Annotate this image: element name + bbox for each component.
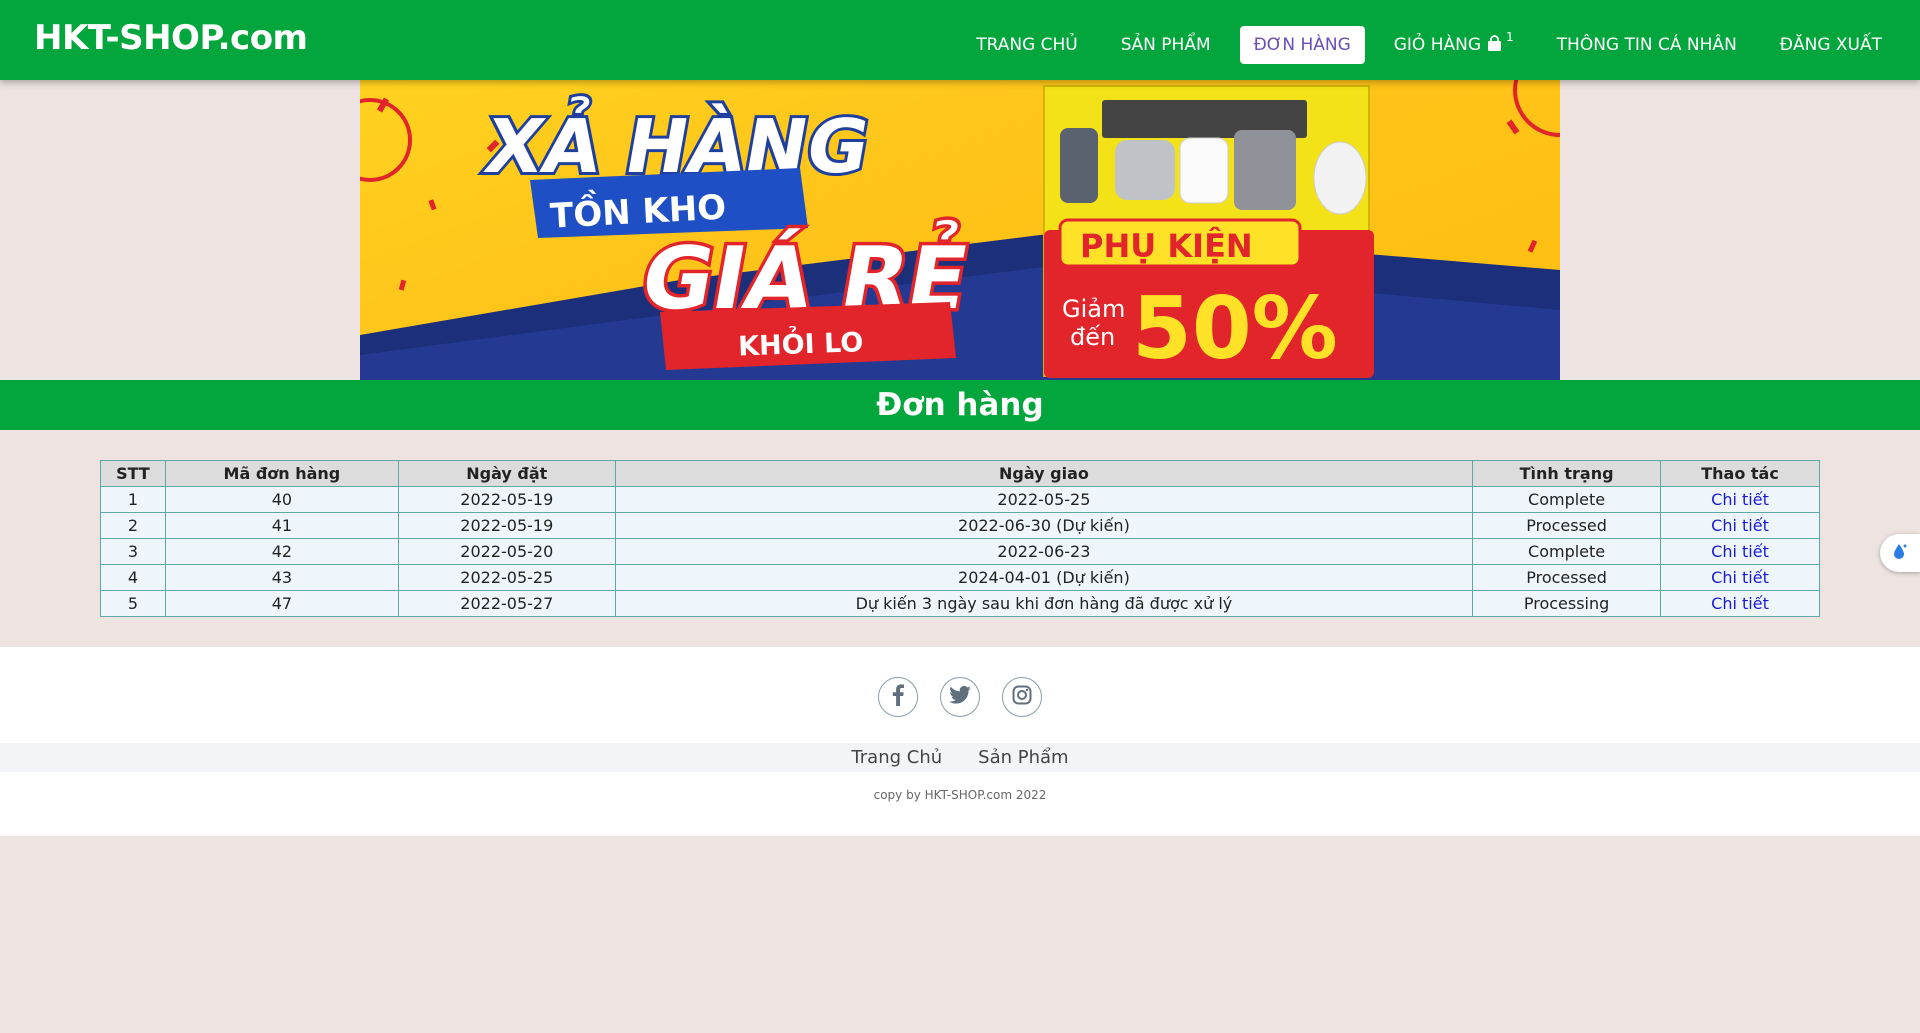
footer-links: Trang Chủ Sản Phẩm (0, 743, 1920, 772)
promo-banner[interactable]: XẢ HÀNG TỒN KHO GIÁ RẺ KHỎI LO PHỤ KIỆN … (360, 80, 1560, 380)
cell-delivery-date: Dự kiến 3 ngày sau khi đơn hàng đã được … (614, 590, 1474, 617)
cart-count-badge: 1 (1506, 29, 1514, 44)
cell-order-id: 41 (164, 512, 399, 539)
cell-delivery-date: 2024-04-01 (Dự kiến) (614, 564, 1474, 591)
facebook-link[interactable] (878, 677, 918, 717)
nav-orders[interactable]: ĐƠN HÀNG (1239, 25, 1365, 64)
table-row: 1 40 2022-05-19 2022-05-25 Complete Chi … (100, 486, 1820, 513)
nav-cart-label: GIỎ HÀNG (1393, 34, 1482, 55)
cell-action: Chi tiết (1660, 512, 1820, 539)
cell-order-id: 42 (164, 538, 399, 565)
footer-copyright: copy by HKT-SHOP.com 2022 (0, 772, 1920, 836)
discount-prefix-2: đến (1070, 323, 1115, 351)
instagram-icon (1012, 685, 1032, 709)
cell-action: Chi tiết (1660, 564, 1820, 591)
cell-status: Processing (1472, 590, 1662, 617)
cell-order-date: 2022-05-20 (397, 538, 616, 565)
facebook-icon (891, 684, 905, 710)
cell-stt: 1 (100, 486, 166, 513)
cell-stt: 3 (100, 538, 166, 565)
table-row: 2 41 2022-05-19 2022-06-30 (Dự kiến) Pro… (100, 512, 1820, 539)
copyright-text: copy by HKT-SHOP.com 2022 (873, 788, 1047, 802)
cell-delivery-date: 2022-06-23 (614, 538, 1474, 565)
table-header-row: STT Mã đơn hàng Ngày đặt Ngày giao Tình … (100, 460, 1820, 487)
cell-stt: 2 (100, 512, 166, 539)
detail-link[interactable]: Chi tiết (1711, 490, 1769, 509)
droplet-icon (1891, 542, 1909, 564)
cell-action: Chi tiết (1660, 486, 1820, 513)
footer-link-products[interactable]: Sản Phẩm (978, 747, 1068, 768)
cell-order-date: 2022-05-25 (397, 564, 616, 591)
nav-cart[interactable]: GIỎ HÀNG 1 (1380, 25, 1528, 64)
cell-status: Complete (1472, 486, 1662, 513)
discount-prefix-1: Giảm (1062, 295, 1125, 323)
cell-action: Chi tiết (1660, 590, 1820, 617)
table-row: 3 42 2022-05-20 2022-06-23 Complete Chi … (100, 538, 1820, 565)
cell-order-id: 47 (164, 590, 399, 617)
twitter-icon (949, 685, 971, 708)
brand-logo[interactable]: HKT-SHOP.com (34, 18, 308, 58)
detail-link[interactable]: Chi tiết (1711, 542, 1769, 561)
page-title-bar: Đơn hàng (0, 380, 1920, 430)
detail-link[interactable]: Chi tiết (1711, 594, 1769, 613)
col-header-order-date: Ngày đặt (397, 460, 616, 487)
orders-table: STT Mã đơn hàng Ngày đặt Ngày giao Tình … (100, 460, 1820, 617)
cell-order-date: 2022-05-19 (397, 512, 616, 539)
nav-menu: TRANG CHỦ SẢN PHẨM ĐƠN HÀNG GIỎ HÀNG 1 T… (947, 25, 1896, 64)
footer-link-home[interactable]: Trang Chủ (851, 747, 942, 768)
detail-link[interactable]: Chi tiết (1711, 568, 1769, 587)
discount-value: 50% (1132, 279, 1338, 379)
col-header-status: Tình trạng (1472, 460, 1662, 487)
cell-order-id: 40 (164, 486, 399, 513)
instagram-link[interactable] (1002, 677, 1042, 717)
page-title: Đơn hàng (876, 387, 1044, 423)
cell-status: Complete (1472, 538, 1662, 565)
nav-products[interactable]: SẢN PHẨM (1107, 26, 1225, 64)
cell-order-date: 2022-05-27 (397, 590, 616, 617)
cell-order-date: 2022-05-19 (397, 486, 616, 513)
cell-status: Processed (1472, 564, 1662, 591)
col-header-action: Thao tác (1660, 460, 1820, 487)
col-header-delivery-date: Ngày giao (614, 460, 1474, 487)
cell-stt: 5 (100, 590, 166, 617)
navbar: HKT-SHOP.com TRANG CHỦ SẢN PHẨM ĐƠN HÀNG… (0, 0, 1920, 80)
social-links (0, 677, 1920, 717)
floating-tool-button[interactable] (1880, 534, 1920, 572)
cell-delivery-date: 2022-05-25 (614, 486, 1474, 513)
table-row: 5 47 2022-05-27 Dự kiến 3 ngày sau khi đ… (100, 590, 1820, 617)
col-header-order-id: Mã đơn hàng (164, 460, 399, 487)
shopping-bag-icon (1487, 35, 1502, 56)
cell-delivery-date: 2022-06-30 (Dự kiến) (614, 512, 1474, 539)
col-header-stt: STT (100, 460, 166, 487)
nav-home[interactable]: TRANG CHỦ (962, 26, 1092, 64)
cell-stt: 4 (100, 564, 166, 591)
table-row: 4 43 2022-05-25 2024-04-01 (Dự kiến) Pro… (100, 564, 1820, 591)
cell-status: Processed (1472, 512, 1662, 539)
nav-logout[interactable]: ĐĂNG XUẤT (1766, 26, 1896, 64)
accessory-label: PHỤ KIỆN (1080, 227, 1253, 265)
footer-social-bar (0, 647, 1920, 743)
nav-profile[interactable]: THÔNG TIN CÁ NHÂN (1543, 26, 1751, 64)
twitter-link[interactable] (940, 677, 980, 717)
cell-order-id: 43 (164, 564, 399, 591)
detail-link[interactable]: Chi tiết (1711, 516, 1769, 535)
cell-action: Chi tiết (1660, 538, 1820, 565)
